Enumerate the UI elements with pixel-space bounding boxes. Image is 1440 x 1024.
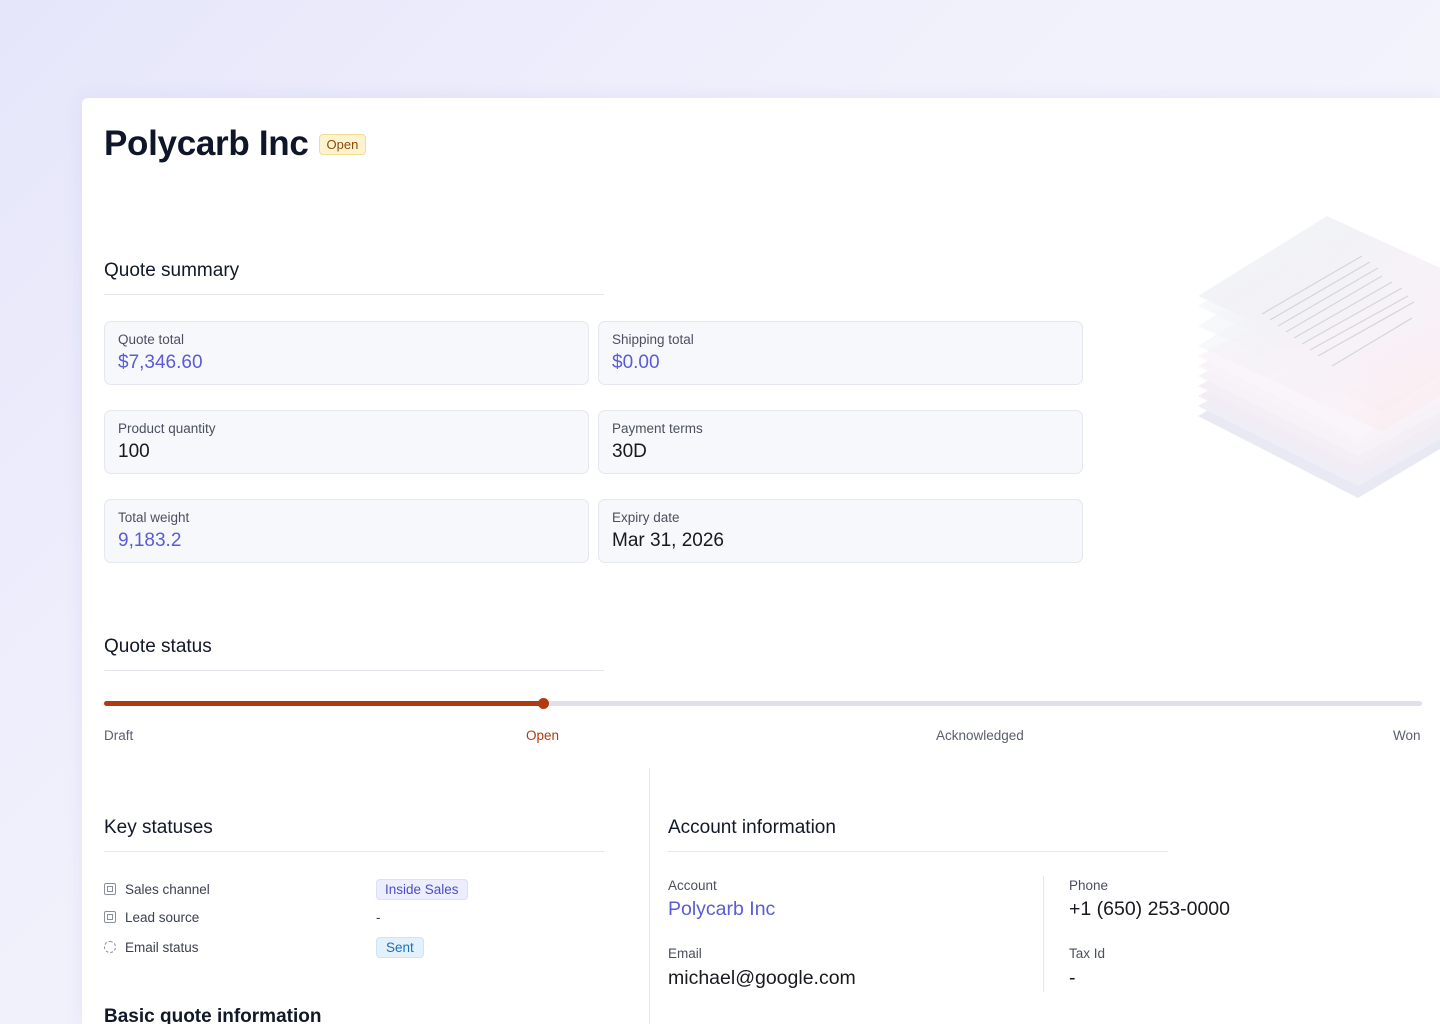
- info-divider: [1043, 876, 1044, 992]
- phone-value: +1 (650) 253-0000: [1069, 898, 1230, 920]
- stat-label: Quote total: [118, 332, 185, 347]
- lead-source-value: -: [376, 909, 381, 925]
- phone-label: Phone: [1069, 878, 1109, 893]
- title-row: Polycarb Inc Open: [104, 124, 367, 164]
- email-status-row: Email status Sent: [104, 936, 604, 958]
- email-label: Email: [668, 946, 702, 961]
- page-title: Polycarb Inc: [104, 124, 309, 163]
- account-label: Account: [668, 878, 717, 893]
- basic-quote-information-heading: Basic quote information: [104, 1006, 322, 1024]
- quote-total-card: Quote total $7,346.60: [104, 321, 589, 385]
- document-stack-illustration: [1198, 216, 1440, 498]
- account-link[interactable]: Polycarb Inc: [668, 898, 775, 921]
- status-badge: Open: [318, 133, 367, 155]
- total-weight-link[interactable]: 9,183.2: [118, 530, 575, 552]
- email-value: michael@google.com: [668, 967, 856, 989]
- field-label: Email status: [125, 939, 199, 955]
- status-progress-handle[interactable]: [538, 698, 549, 709]
- payment-terms-card: Payment terms 30D: [598, 410, 1083, 474]
- total-weight-card: Total weight 9,183.2: [104, 499, 589, 563]
- stat-label: Payment terms: [612, 421, 703, 436]
- lead-source-row: Lead source -: [104, 906, 604, 928]
- email-status-tag[interactable]: Sent: [376, 936, 424, 958]
- grid-field-icon: [104, 883, 116, 895]
- column-divider: [649, 768, 650, 1024]
- quote-summary-heading: Quote summary: [104, 260, 604, 295]
- tax-id-label: Tax Id: [1069, 946, 1106, 961]
- account-information-heading: Account information: [668, 817, 1168, 852]
- sales-channel-tag[interactable]: Inside Sales: [376, 878, 468, 900]
- stat-label: Shipping total: [612, 332, 694, 347]
- product-quantity-card: Product quantity 100: [104, 410, 589, 474]
- stat-label: Expiry date: [612, 510, 680, 525]
- stage-acknowledged[interactable]: Acknowledged: [936, 728, 1024, 743]
- tax-id-value: -: [1069, 967, 1076, 989]
- quote-status-heading: Quote status: [104, 636, 604, 671]
- quote-detail-card: Polycarb Inc Open Quote summary Quote to…: [82, 98, 1440, 1024]
- grid-field-icon: [104, 911, 116, 923]
- stat-value: 30D: [612, 441, 647, 462]
- expiry-date-card: Expiry date Mar 31, 2026: [598, 499, 1083, 563]
- stat-value: 100: [118, 441, 150, 462]
- field-label: Lead source: [125, 909, 200, 925]
- stat-label: Product quantity: [118, 421, 216, 436]
- sales-channel-row: Sales channel Inside Sales: [104, 878, 604, 900]
- field-label: Sales channel: [125, 881, 210, 897]
- stage-won[interactable]: Won: [1393, 728, 1421, 743]
- stat-value: Mar 31, 2026: [612, 530, 724, 551]
- stage-open[interactable]: Open: [526, 728, 559, 743]
- key-statuses-heading: Key statuses: [104, 817, 604, 852]
- stat-label: Total weight: [118, 510, 190, 525]
- shipping-total-link[interactable]: $0.00: [612, 352, 1069, 374]
- dashed-circle-icon: [104, 941, 116, 953]
- stage-draft[interactable]: Draft: [104, 728, 133, 743]
- quote-total-link[interactable]: $7,346.60: [118, 352, 575, 374]
- shipping-total-card: Shipping total $0.00: [598, 321, 1083, 385]
- status-progress-track: [104, 698, 1422, 709]
- status-progress-fill: [104, 701, 543, 706]
